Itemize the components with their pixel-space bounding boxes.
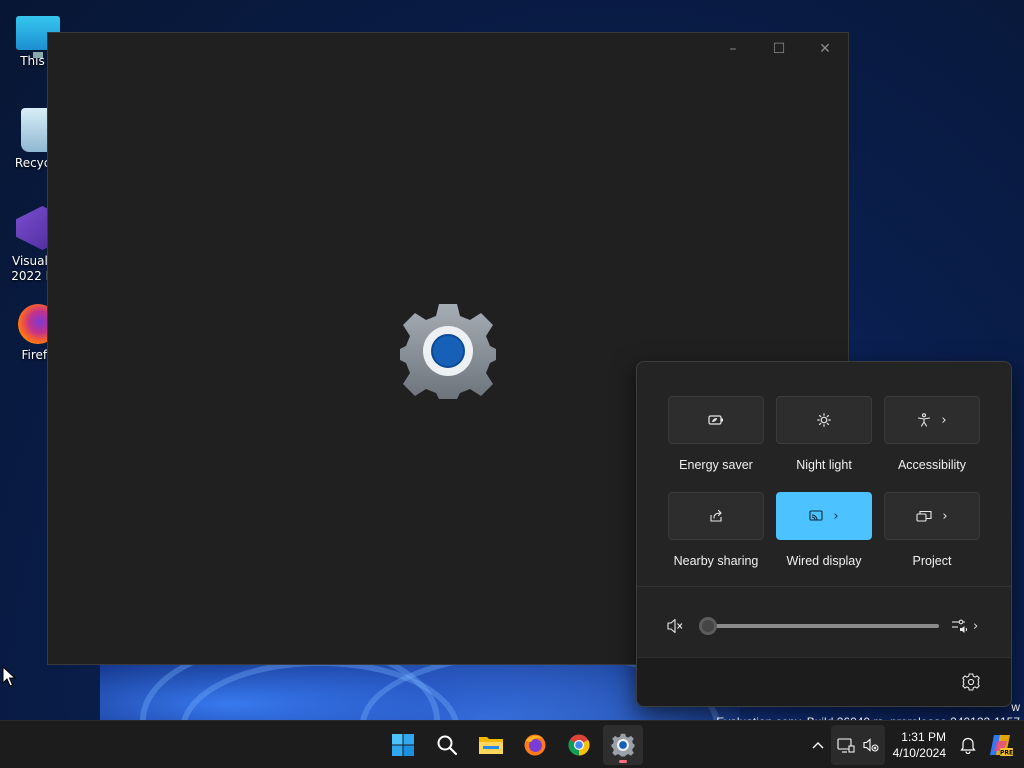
nearby-sharing-button[interactable] [668, 492, 764, 540]
night-light-button[interactable] [776, 396, 872, 444]
chevron-right-icon[interactable]: › [941, 413, 946, 428]
maximize-button[interactable]: ☐ [756, 33, 802, 65]
clock-date: 4/10/2024 [892, 746, 946, 760]
chevron-right-icon[interactable]: › [833, 509, 838, 524]
windows-logo-icon [392, 734, 414, 756]
tile-accessibility: › Accessibility [884, 396, 980, 484]
project-button[interactable]: › [884, 492, 980, 540]
tile-label: Wired display [786, 554, 862, 568]
close-button[interactable]: ✕ [802, 33, 848, 65]
share-icon [710, 509, 722, 522]
chrome-button[interactable] [559, 725, 599, 765]
tile-label: Night light [796, 458, 852, 472]
accessibility-icon [918, 413, 931, 427]
tile-night-light: Night light [776, 396, 872, 484]
taskbar-apps [383, 725, 643, 765]
volume-row: › [665, 612, 985, 640]
volume-slider-thumb[interactable] [699, 617, 717, 635]
tile-nearby-sharing: Nearby sharing [668, 492, 764, 580]
volume-mute-icon [863, 738, 879, 752]
tile-label: Accessibility [897, 458, 967, 472]
window-controls: – ☐ ✕ [710, 33, 848, 65]
copilot-icon: PRE [990, 735, 1013, 757]
chevron-up-icon [812, 742, 824, 749]
show-hidden-icons-button[interactable] [805, 721, 831, 768]
chevron-right-icon[interactable]: › [942, 509, 947, 524]
tile-energy-saver: Energy saver [668, 396, 764, 484]
quick-settings-tiles: Energy saver Night light › Accessibility… [668, 396, 982, 580]
file-explorer-button[interactable] [471, 725, 511, 765]
taskbar-clock[interactable]: 1:31 PM 4/10/2024 [885, 729, 954, 761]
volume-mute-icon[interactable] [665, 615, 687, 637]
network-icon [837, 738, 855, 753]
clock-time: 1:31 PM [901, 730, 946, 744]
cast-icon [809, 510, 823, 521]
settings-icon[interactable] [961, 672, 981, 692]
network-volume-button[interactable] [830, 725, 885, 765]
chevron-right-icon: › [973, 618, 979, 634]
system-tray: 1:31 PM 4/10/2024 PRE [805, 721, 1024, 768]
search-icon [437, 735, 458, 756]
firefox-icon [524, 734, 546, 756]
minimize-button[interactable]: – [710, 33, 756, 65]
tile-label: Energy saver [679, 458, 753, 472]
tile-label: Nearby sharing [673, 554, 759, 568]
start-button[interactable] [383, 725, 423, 765]
energy-saver-button[interactable] [668, 396, 764, 444]
settings-taskbar-button[interactable] [603, 725, 643, 765]
mouse-cursor-icon [2, 666, 16, 687]
watermark-line1: w [1011, 700, 1020, 714]
flyout-footer [637, 657, 1011, 706]
accessibility-button[interactable]: › [884, 396, 980, 444]
taskbar: 1:31 PM 4/10/2024 PRE [0, 720, 1024, 768]
copilot-button[interactable]: PRE [982, 721, 1024, 768]
bell-icon [960, 737, 976, 754]
flyout-divider [637, 586, 1011, 587]
battery-leaf-icon [708, 415, 723, 425]
tile-label: Project [912, 554, 952, 568]
search-button[interactable] [427, 725, 467, 765]
audio-output-button[interactable]: › [951, 618, 978, 634]
volume-slider[interactable] [699, 617, 939, 635]
brightness-icon [817, 413, 831, 427]
notifications-button[interactable] [954, 721, 982, 768]
tile-wired-display: › Wired display [776, 492, 872, 580]
settings-gear-icon [400, 304, 496, 399]
firefox-button[interactable] [515, 725, 555, 765]
chrome-icon [568, 734, 590, 756]
svg-text:PRE: PRE [1000, 750, 1013, 757]
project-icon [916, 510, 932, 522]
quick-settings-flyout: Energy saver Night light › Accessibility… [636, 361, 1012, 707]
wired-display-button[interactable]: › [776, 492, 872, 540]
audio-output-icon [952, 619, 967, 633]
settings-gear-icon [611, 733, 635, 757]
folder-icon [479, 737, 503, 754]
tile-project: › Project [884, 492, 980, 580]
